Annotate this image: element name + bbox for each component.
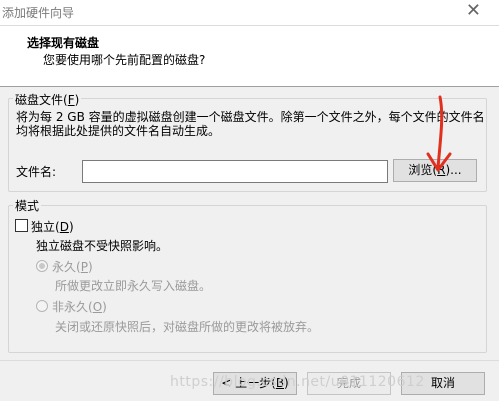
persistent-label-suffix: ) — [87, 260, 93, 274]
footer-divider — [0, 360, 499, 361]
disk-file-legend-key: F — [67, 93, 75, 107]
disk-file-legend: 磁盘文件(F) — [13, 91, 82, 108]
mode-legend: 模式 — [13, 197, 42, 214]
independent-label-suffix: ) — [68, 220, 74, 234]
persistent-label-key: P — [80, 260, 88, 274]
persistent-radio-dot — [39, 263, 45, 269]
independent-label-key: D — [59, 220, 69, 234]
nonpersistent-label-suffix: ) — [102, 300, 107, 314]
persistent-radio[interactable] — [36, 260, 48, 272]
page-subtitle: 您要使用哪个先前配置的磁盘? — [43, 53, 206, 67]
disk-file-legend-prefix: 磁盘文件( — [15, 93, 68, 107]
nonpersistent-label-prefix: 非永久( — [52, 300, 93, 314]
close-icon[interactable]: ✕ — [466, 0, 481, 22]
wizard-header: 选择现有磁盘 您要使用哪个先前配置的磁盘? — [0, 26, 499, 87]
watermark-text: https://blog.csdn.net/u011120612 — [170, 374, 425, 390]
persistent-label[interactable]: 永久(P) — [52, 258, 93, 275]
disk-file-legend-suffix: ) — [74, 93, 80, 107]
red-arrow-icon — [426, 95, 452, 172]
disk-file-description: 将为每 2 GB 容量的虚拟磁盘创建一个磁盘文件。除第一个文件之外，每个文件的文… — [16, 110, 485, 138]
filename-label: 文件名: — [16, 165, 57, 179]
page-title: 选择现有磁盘 — [27, 36, 100, 50]
persistent-hint: 所做更改立即永久写入磁盘。 — [55, 279, 212, 293]
nonpersistent-hint: 关闭或还原快照后，对磁盘所做的更改将被放弃。 — [55, 320, 320, 334]
independent-checkbox[interactable] — [15, 219, 28, 232]
nonpersistent-radio[interactable] — [36, 300, 48, 312]
independent-hint: 独立磁盘不受快照影响。 — [36, 239, 169, 253]
window-title: 添加硬件向导 — [2, 6, 75, 20]
title-bar: 添加硬件向导 ✕ — [0, 0, 499, 26]
independent-label-prefix: 独立( — [31, 220, 60, 234]
independent-label[interactable]: 独立(D) — [31, 218, 74, 235]
filename-input[interactable] — [82, 160, 388, 183]
persistent-label-prefix: 永久( — [52, 260, 81, 274]
nonpersistent-label-key: O — [92, 300, 103, 314]
nonpersistent-label[interactable]: 非永久(O) — [52, 298, 107, 315]
